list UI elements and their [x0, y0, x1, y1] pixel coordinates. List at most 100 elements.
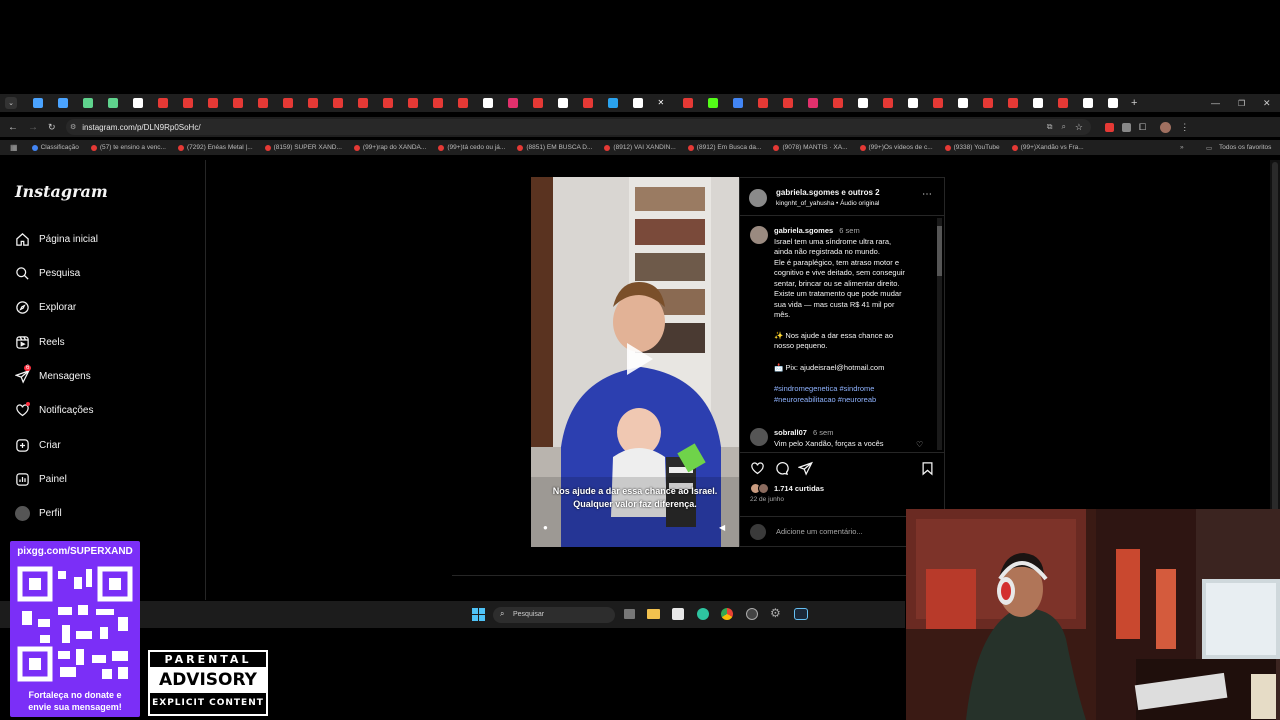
bookmark-item[interactable]: (99+)tá cedo ou já... [438, 144, 505, 151]
tab-favicon-icon[interactable] [132, 98, 143, 108]
tab-search-chevron-icon[interactable]: ⌄ [5, 97, 17, 109]
all-bookmarks-link[interactable]: Todos os favoritos [1219, 144, 1271, 151]
windows-start-icon[interactable] [472, 608, 485, 621]
tab-favicon-icon[interactable] [907, 98, 918, 108]
like-heart-icon[interactable] [750, 461, 765, 476]
tab-favicon-icon[interactable] [332, 98, 343, 108]
tab-favicon-icon[interactable] [807, 98, 818, 108]
sidebar-item-notifications[interactable]: Notificações [15, 402, 93, 418]
omnibox[interactable]: ⚙ instagram.com/p/DLN9Rp0SoHc/ ⧉ ⌕ ☆ [66, 119, 1091, 135]
tab-favicon-icon[interactable] [707, 98, 718, 108]
emoji-icon[interactable] [750, 524, 766, 540]
bookmarks-overflow-icon[interactable]: » [1180, 144, 1184, 151]
tab-favicon-icon[interactable] [32, 98, 43, 108]
author-line[interactable]: gabriela.sgomes e outros 2 [776, 188, 880, 197]
tab-favicon-icon[interactable] [882, 98, 893, 108]
extension-red-icon[interactable] [1105, 122, 1114, 132]
post-video[interactable]: Nos ajude a dar essa chance ao Israel. Q… [531, 177, 739, 547]
steam-icon[interactable] [794, 608, 808, 620]
comment-like-icon[interactable]: ♡ [916, 440, 923, 449]
menu-kebab-icon[interactable]: ⋮ [1180, 122, 1189, 133]
comment-input[interactable]: Adicione um comentário... [776, 527, 863, 536]
likers-avatars[interactable] [750, 483, 772, 494]
tab-favicon-icon[interactable] [307, 98, 318, 108]
bookmark-item[interactable]: (8912) VAI XANDIN... [604, 144, 676, 151]
play-button[interactable] [617, 339, 657, 379]
bookmark-item[interactable]: (7292) Enéas Metal |... [177, 144, 253, 151]
bookmark-item[interactable]: (8851) EM BUSCA D... [517, 144, 592, 151]
site-info-icon[interactable]: ⚙ [70, 123, 76, 131]
all-bookmarks-folder-icon[interactable]: ▭ [1206, 144, 1212, 152]
task-view-icon[interactable] [624, 609, 635, 619]
caption-username[interactable]: gabriela.sgomes [774, 226, 833, 235]
new-tab-button[interactable]: + [1131, 97, 1137, 109]
comment-avatar[interactable] [750, 428, 768, 446]
tab-favicon-icon[interactable] [782, 98, 793, 108]
minimize-icon[interactable]: — [1211, 98, 1220, 108]
more-options-icon[interactable]: ⋯ [922, 189, 932, 200]
tab-favicon-icon[interactable] [482, 98, 493, 108]
sidebar-item-reels[interactable]: Reels [15, 335, 65, 350]
tab-favicon-icon[interactable] [282, 98, 293, 108]
instagram-logo[interactable]: Instagram [15, 182, 108, 201]
share-plane-icon[interactable] [798, 461, 813, 476]
tab-favicon-icon[interactable] [632, 98, 643, 108]
bookmark-item[interactable]: (9338) YouTube [944, 144, 1000, 151]
bookmark-item[interactable]: (8159) SUPER XAND... [264, 144, 342, 151]
bookmark-star-icon[interactable]: ☆ [1075, 122, 1083, 133]
save-bookmark-icon[interactable] [920, 461, 935, 476]
tab-favicon-icon[interactable] [557, 98, 568, 108]
tab-favicon-icon[interactable] [1082, 98, 1093, 108]
sidebar-item-dashboard[interactable]: Painel [15, 472, 67, 487]
close-window-icon[interactable]: ✕ [1263, 98, 1271, 109]
author-avatar[interactable] [749, 189, 767, 207]
tab-favicon-icon[interactable] [382, 98, 393, 108]
audio-line[interactable]: kingnht_of_yahusha • Áudio original [776, 200, 879, 207]
bookmark-item[interactable]: (99+)Xandão vs Fra... [1011, 144, 1084, 151]
edge-icon[interactable] [697, 608, 709, 620]
bookmark-item[interactable]: (9078) MANTIS · XA... [773, 144, 848, 151]
tab-favicon-icon[interactable] [857, 98, 868, 108]
sidebar-item-messages[interactable]: 6 Mensagens [14, 365, 91, 384]
store-icon[interactable] [672, 608, 684, 620]
tab-favicon-icon[interactable] [407, 98, 418, 108]
tab-favicon-icon[interactable] [157, 98, 168, 108]
zoom-icon[interactable]: ⌕ [1061, 122, 1065, 132]
forward-icon[interactable]: → [28, 122, 40, 133]
tab-favicon-icon[interactable] [507, 98, 518, 108]
tab-favicon-icon[interactable] [82, 98, 93, 108]
tab-favicon-icon[interactable] [432, 98, 443, 108]
bookmark-item[interactable]: (57) te ensino a venc... [90, 144, 166, 151]
comment-username[interactable]: sobrall07 [774, 428, 807, 437]
tab-favicon-icon[interactable] [257, 98, 268, 108]
extensions-puzzle-icon[interactable]: ⧠ [1139, 122, 1146, 133]
apps-grid-icon[interactable]: ▦ [10, 143, 18, 152]
tab-favicon-icon[interactable] [682, 98, 693, 108]
settings-gear-icon[interactable]: ⚙ [770, 606, 781, 620]
url-text[interactable]: instagram.com/p/DLN9Rp0SoHc/ [82, 123, 200, 132]
caption-hashtags[interactable]: #sindromegenetica #sindrome #neuroreabil… [774, 384, 934, 405]
tab-favicon-icon[interactable] [1107, 98, 1118, 108]
hashtags-line-2[interactable]: #neuroreabilitacao #neuroreab [774, 395, 934, 406]
tab-favicon-icon[interactable] [1057, 98, 1068, 108]
obs-icon[interactable] [746, 608, 758, 620]
tab-favicon-icon[interactable] [832, 98, 843, 108]
sidebar-item-explore[interactable]: Explorar [15, 300, 76, 315]
tab-favicon-icon[interactable] [757, 98, 768, 108]
tagged-user-icon[interactable]: ● [543, 523, 548, 532]
tab-favicon-icon[interactable] [532, 98, 543, 108]
tab-favicon-icon[interactable] [457, 98, 468, 108]
mute-icon[interactable]: ◀ [719, 523, 725, 532]
bookmark-item[interactable]: (99+)rap do XANDÃ... [353, 144, 426, 151]
tab-favicon-icon[interactable] [107, 98, 118, 108]
tab-favicon-icon[interactable] [932, 98, 943, 108]
comment-bubble-icon[interactable] [774, 461, 789, 476]
back-icon[interactable]: ← [8, 122, 20, 133]
tab-favicon-icon[interactable] [582, 98, 593, 108]
maximize-icon[interactable]: ❐ [1238, 99, 1245, 108]
extension-gray-icon[interactable] [1122, 122, 1131, 132]
tab-favicon-icon[interactable] [1032, 98, 1043, 108]
bookmark-item[interactable]: (99+)Os vídeos de c... [859, 144, 933, 151]
tab-favicon-icon[interactable] [357, 98, 368, 108]
tab-favicon-icon[interactable] [232, 98, 243, 108]
